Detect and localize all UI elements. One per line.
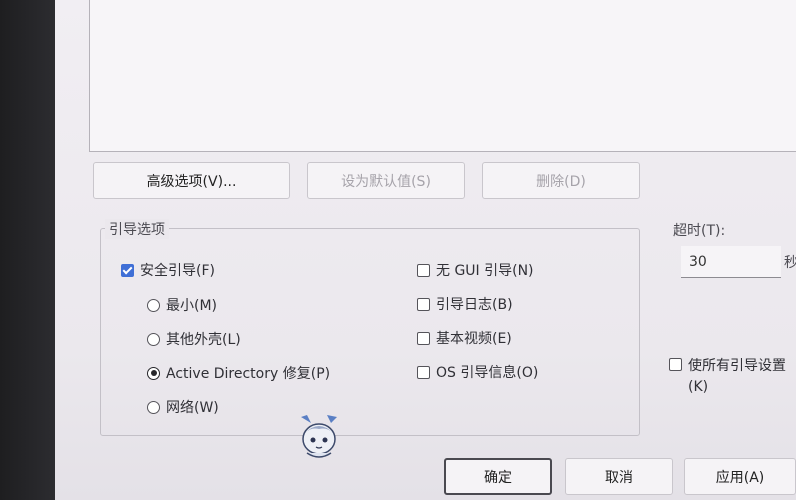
boot-log-checkbox[interactable]: 引导日志(B) (417, 294, 513, 314)
ok-button[interactable]: 确定 (444, 458, 552, 495)
radio-selected-icon[interactable] (147, 366, 160, 380)
minimal-label: 最小(M) (166, 298, 218, 314)
radio-icon[interactable] (147, 332, 160, 346)
timeout-label: 超时(T): (673, 223, 726, 239)
boot-log-label: 引导日志(B) (436, 297, 513, 313)
os-boot-info-label: OS 引导信息(O) (436, 365, 539, 381)
make-permanent-hotkey: (K) (688, 379, 709, 395)
checkbox-icon[interactable] (417, 365, 430, 379)
checkbox-icon[interactable] (669, 358, 682, 371)
checkbox-icon[interactable] (417, 331, 430, 345)
safe-boot-label: 安全引导(F) (140, 263, 215, 279)
alternate-shell-label: 其他外壳(L) (166, 332, 241, 348)
ad-repair-label: Active Directory 修复(P) (166, 366, 331, 382)
make-permanent-text: 使所有引导设置 (K) (688, 355, 786, 395)
checkbox-checked-icon[interactable] (121, 263, 134, 277)
safe-boot-checkbox[interactable]: 安全引导(F) (121, 260, 215, 280)
delete-button[interactable]: 删除(D) (482, 162, 640, 199)
radio-alternate-shell[interactable]: 其他外壳(L) (147, 329, 241, 349)
advanced-options-button[interactable]: 高级选项(V)... (93, 162, 290, 199)
timeout-unit: 秒 (784, 255, 796, 271)
network-label: 网络(W) (166, 400, 219, 416)
checkbox-icon[interactable] (417, 297, 430, 311)
radio-icon[interactable] (147, 400, 160, 414)
boot-options-title: 引导选项 (105, 219, 169, 239)
radio-icon[interactable] (147, 298, 160, 312)
anime-sticker-icon (301, 415, 337, 458)
make-permanent-checkbox[interactable]: 使所有引导设置 (K) (669, 355, 786, 395)
radio-ad-repair[interactable]: Active Directory 修复(P) (147, 363, 330, 383)
os-boot-info-checkbox[interactable]: OS 引导信息(O) (417, 362, 538, 382)
no-gui-checkbox[interactable]: 无 GUI 引导(N) (417, 260, 534, 280)
cancel-button[interactable]: 取消 (565, 458, 673, 495)
base-video-label: 基本视频(E) (436, 331, 512, 347)
base-video-checkbox[interactable]: 基本视频(E) (417, 328, 512, 348)
set-default-button[interactable]: 设为默认值(S) (307, 162, 465, 199)
monitor-bezel (0, 0, 55, 500)
make-permanent-label: 使所有引导设置 (688, 358, 786, 374)
radio-minimal[interactable]: 最小(M) (147, 295, 217, 315)
checkbox-icon[interactable] (417, 263, 430, 277)
radio-network[interactable]: 网络(W) (147, 397, 219, 417)
apply-button[interactable]: 应用(A) (684, 458, 796, 495)
no-gui-label: 无 GUI 引导(N) (436, 263, 534, 279)
timeout-input[interactable] (681, 246, 781, 278)
boot-settings-panel: 高级选项(V)... 设为默认值(S) 删除(D) 引导选项 安全引导(F) 最… (55, 0, 796, 500)
os-list-box[interactable] (89, 0, 796, 152)
